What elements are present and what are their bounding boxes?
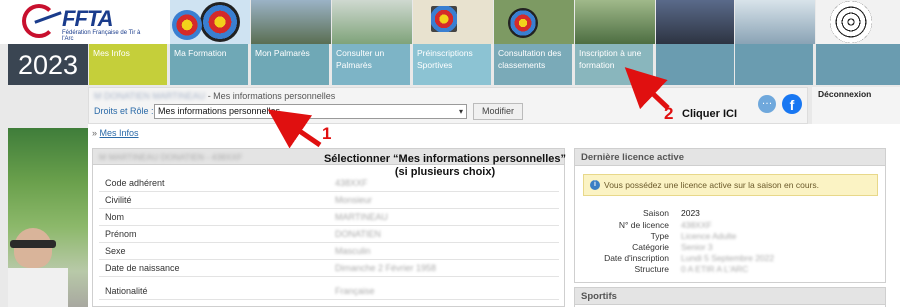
arrow-step-1 — [267, 109, 322, 149]
step-1-text: Sélectionner “Mes informations personnel… — [300, 153, 590, 179]
step-1-number: 1 — [322, 124, 332, 143]
arrow-step-2 — [624, 67, 670, 110]
step-1-line-2: (si plusieurs choix) — [394, 166, 496, 178]
step-1-line-1: Sélectionner “Mes informations personnel… — [323, 153, 567, 165]
step-2-number: 2 — [664, 104, 674, 123]
step-2-text: Cliquer ICI — [682, 108, 738, 120]
